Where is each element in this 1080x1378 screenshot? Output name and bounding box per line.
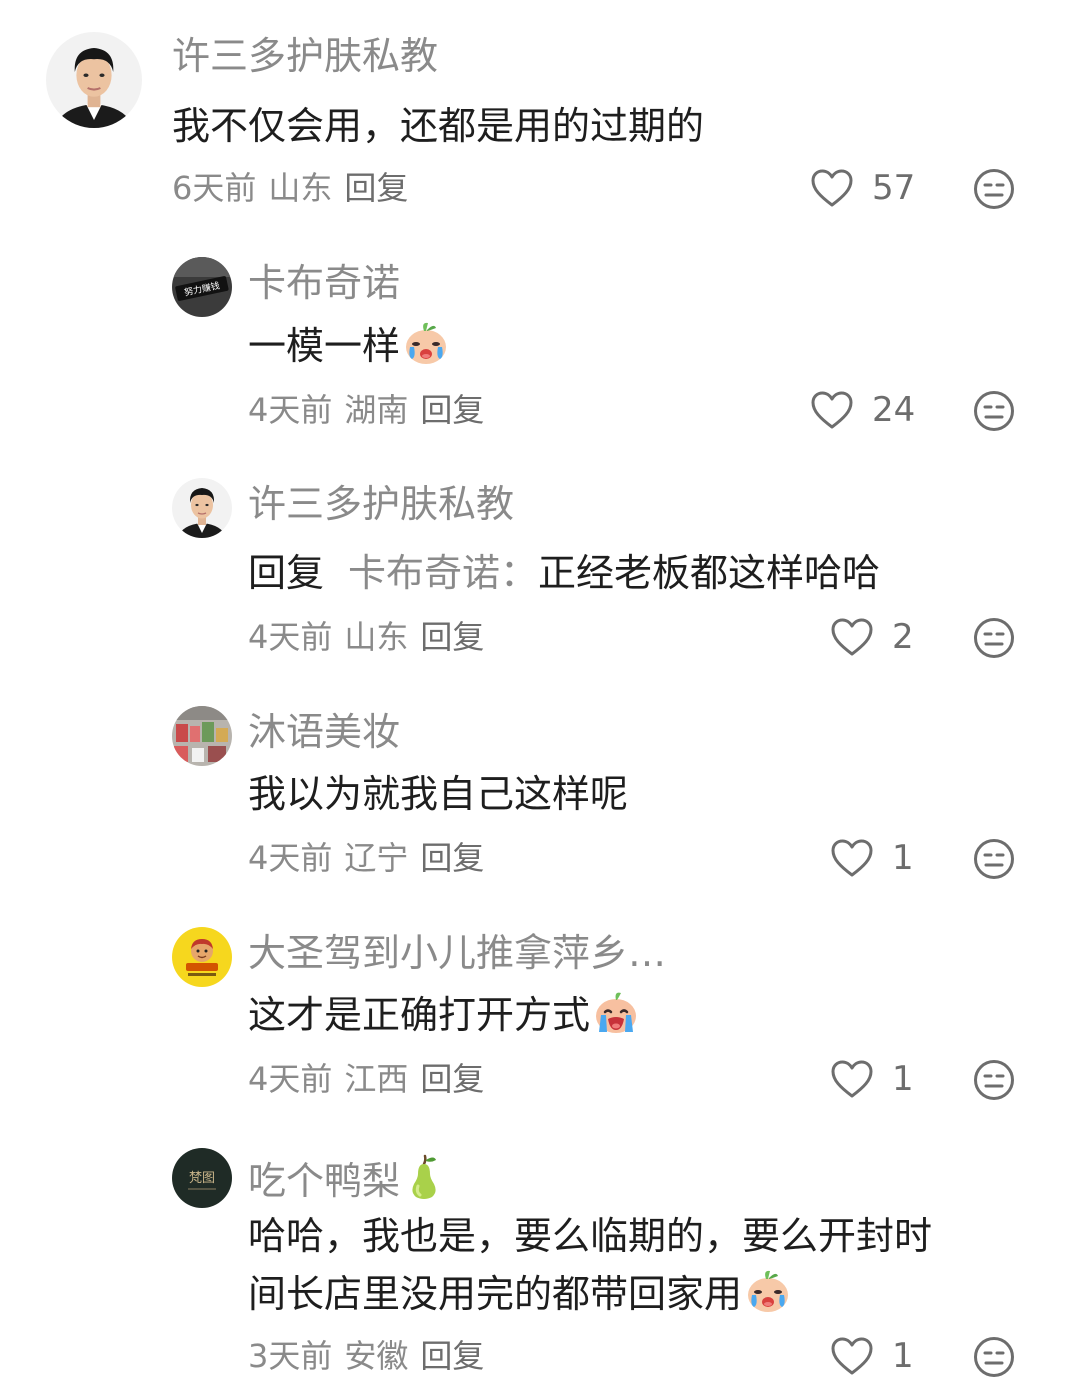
comment-author[interactable]: 吃个鸭梨 [248,1152,442,1203]
like-count: 24 [872,390,916,430]
like-button[interactable]: 1 [830,1336,914,1376]
like-count: 1 [892,1336,914,1376]
comment-text-content: 正经老板都这样哈哈 [538,551,881,595]
react-button[interactable] [973,617,1015,659]
comment-meta: 3天前 安徽 回复 [248,1336,484,1376]
comment-time: 4天前 [248,391,333,429]
comment-text-content: 我不仅会用，还都是用的过期的 [172,104,705,148]
crying-face-emoji [744,1267,792,1315]
comment-author-name: 吃个鸭梨 [248,1159,401,1203]
like-button[interactable]: 2 [830,617,914,657]
pear-icon [406,1152,442,1200]
comment-author[interactable]: 许三多护肤私教 [172,34,438,78]
comment-meta: 4天前 湖南 回复 [248,390,484,430]
comment-author[interactable]: 沐语美妆 [248,710,400,754]
comment-meta: 4天前 山东 回复 [248,617,484,657]
crying-face-emoji [402,319,450,367]
comment-location: 安徽 [344,1337,409,1375]
reply-button[interactable]: 回复 [420,839,484,877]
comment-text[interactable]: 一模一样 [248,318,450,374]
avatar[interactable] [172,927,232,987]
comment-location: 山东 [268,169,333,207]
comment-text[interactable]: 我不仅会用，还都是用的过期的 [172,98,704,154]
comment-location: 山东 [344,618,409,656]
comment-time: 6天前 [172,169,257,207]
comment-text-content: 我以为就我自己这样呢 [248,772,629,816]
sobbing-face-emoji [592,988,640,1036]
comment-meta: 6天前 山东 回复 [172,168,408,208]
heart-outline-icon [830,1336,874,1376]
reply-button[interactable]: 回复 [420,391,484,429]
like-count: 1 [892,838,914,878]
comment-meta: 4天前 辽宁 回复 [248,838,484,878]
comment-text-content: 间长店里没用完的都带回家用 [248,1272,743,1316]
neutral-face-icon [973,838,1015,880]
comment-text[interactable]: 哈哈，我也是，要么临期的，要么开封时 间长店里没用完的都带回家用 [248,1208,932,1322]
like-button[interactable]: 1 [830,1059,914,1099]
heart-outline-icon [830,617,874,657]
neutral-face-icon [973,1336,1015,1378]
heart-outline-icon [810,390,854,430]
comment-text-content: 这才是正确打开方式 [248,993,591,1037]
comment-author[interactable]: 卡布奇诺 [248,261,400,305]
reply-button[interactable]: 回复 [420,1060,484,1098]
comment-text[interactable]: 这才是正确打开方式 [248,987,640,1043]
comment-location: 江西 [344,1060,409,1098]
comment-text-content: 一模一样 [248,324,401,368]
reply-button[interactable]: 回复 [420,1337,484,1375]
avatar[interactable] [172,706,232,766]
reply-target-user[interactable]: 卡布奇诺： [348,551,538,595]
neutral-face-icon [973,1059,1015,1101]
heart-outline-icon [830,1059,874,1099]
like-count: 1 [892,1059,914,1099]
react-button[interactable] [973,1336,1015,1378]
like-button[interactable]: 57 [810,168,915,208]
reply-prefix: 回复 [248,551,325,595]
comment-time: 3天前 [248,1337,333,1375]
comment-meta: 4天前 江西 回复 [248,1059,484,1099]
avatar[interactable]: 梵图 [172,1148,232,1208]
comment-time: 4天前 [248,839,333,877]
react-button[interactable] [973,168,1015,210]
avatar[interactable]: 努力赚钱 [172,257,232,317]
like-count: 57 [872,168,916,208]
comment-location: 辽宁 [344,839,409,877]
react-button[interactable] [973,838,1015,880]
avatar-logo-text: 梵图 [189,1171,215,1186]
comment-location: 湖南 [344,391,409,429]
reply-button[interactable]: 回复 [344,169,408,207]
comment-author[interactable]: 大圣驾到小儿推拿萍乡… [248,931,666,975]
comment-text-line-2: 间长店里没用完的都带回家用 [248,1266,932,1322]
neutral-face-icon [973,168,1015,210]
reply-button[interactable]: 回复 [420,618,484,656]
like-count: 2 [892,617,914,657]
comment-text-line: 哈哈，我也是，要么临期的，要么开封时 [248,1214,933,1258]
neutral-face-icon [973,617,1015,659]
react-button[interactable] [973,390,1015,432]
heart-outline-icon [830,838,874,878]
comment-text[interactable]: 我以为就我自己这样呢 [248,766,628,822]
neutral-face-icon [973,390,1015,432]
comment-time: 4天前 [248,1060,333,1098]
heart-outline-icon [810,168,854,208]
comment-time: 4天前 [248,618,333,656]
avatar[interactable] [46,32,142,128]
comment-author[interactable]: 许三多护肤私教 [248,482,514,526]
comment-text[interactable]: 回复 卡布奇诺：正经老板都这样哈哈 [248,545,880,601]
avatar[interactable] [172,478,232,538]
like-button[interactable]: 24 [810,390,915,430]
react-button[interactable] [973,1059,1015,1101]
like-button[interactable]: 1 [830,838,914,878]
